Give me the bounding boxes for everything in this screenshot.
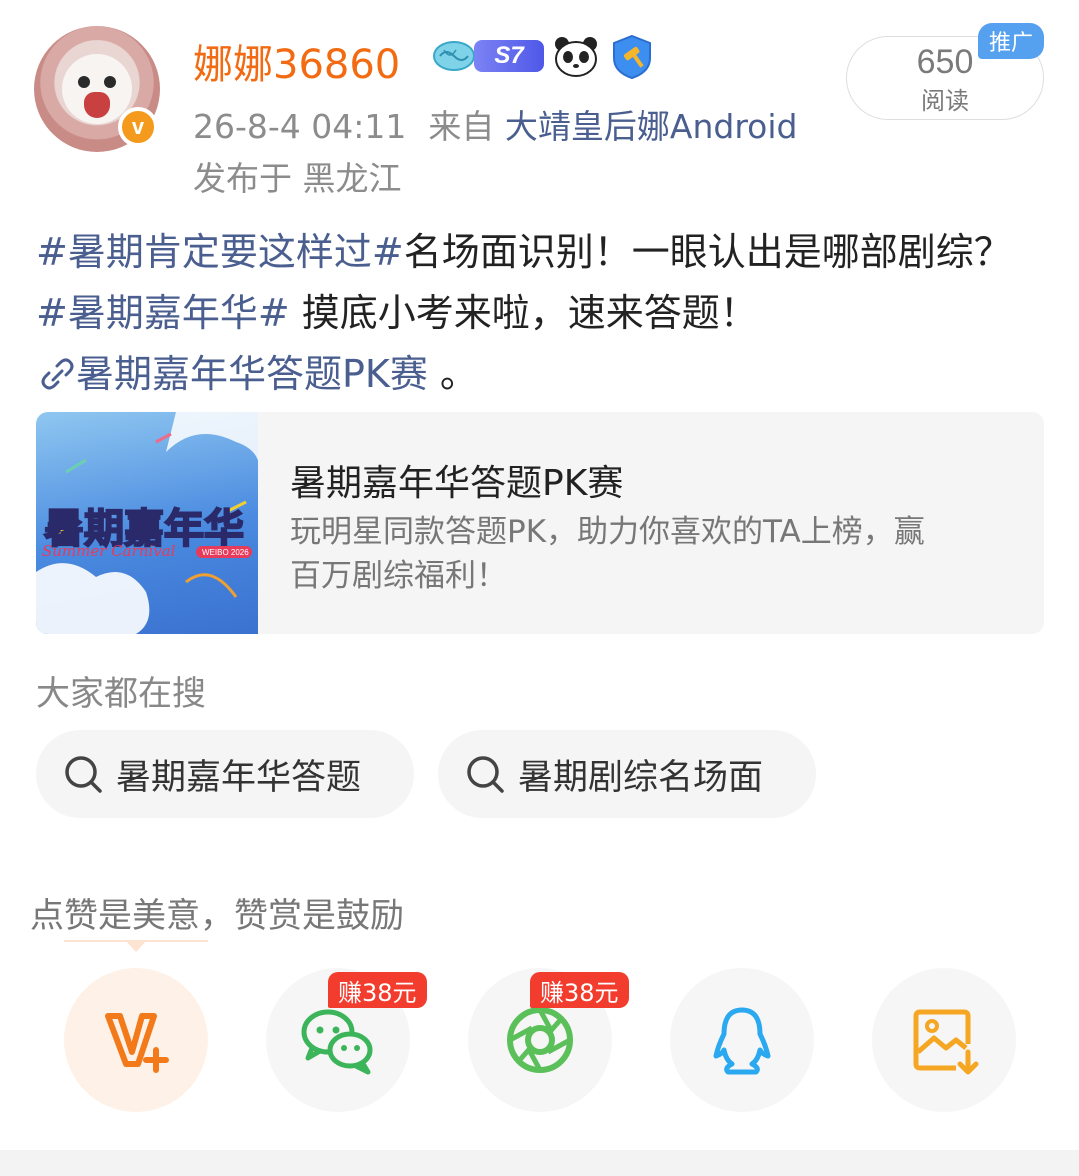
search-suggestion-label: 暑期剧综名场面 — [518, 757, 764, 798]
card-image-subtitle: Summer Carnival — [42, 542, 176, 560]
hashtag-link[interactable]: #暑期嘉年华# — [36, 291, 290, 335]
card-title: 暑期嘉年华答题PK赛 — [290, 463, 624, 504]
search-heading: 大家都在搜 — [36, 674, 206, 714]
post-text-segment: 摸底小考来啦，速来答题！ — [289, 291, 758, 335]
v-plus-icon — [105, 1013, 169, 1073]
read-label: 阅读 — [921, 87, 969, 115]
username[interactable]: 娜娜36860 — [193, 32, 400, 90]
moments-icon — [507, 1007, 573, 1073]
wechat-icon — [301, 1009, 373, 1075]
hashtag-link[interactable]: #暑期肯定要这样过# — [36, 230, 404, 274]
bottom-divider — [0, 1150, 1079, 1176]
qq-icon — [713, 1007, 771, 1075]
carnival-poster-graphic: 暑期嘉年华 Summer Carnival WEIBO 2026 — [36, 412, 258, 634]
promo-tag: 推广 — [978, 23, 1044, 59]
save-image-button[interactable] — [872, 968, 1016, 1112]
search-suggestion-label: 暑期嘉年华答题 — [116, 757, 362, 798]
post-text: #暑期肯定要这样过#名场面识别！一眼认出是哪部剧综？ #暑期嘉年华# 摸底小考来… — [36, 222, 1046, 405]
panda-badge-icon[interactable] — [552, 34, 600, 78]
from-label: 来自 — [428, 107, 495, 146]
card-thumbnail: 暑期嘉年华 Summer Carnival WEIBO 2026 — [36, 412, 258, 634]
card-description: 玩明星同款答题PK，助力你喜欢的TA上榜，赢百万剧综福利！ — [290, 514, 925, 594]
link-text: 暑期嘉年华答题PK赛 — [76, 352, 428, 396]
earn-reward-badge: 赚38元 — [328, 972, 427, 1008]
v-plus-reward-button[interactable] — [64, 968, 208, 1112]
link-icon — [41, 358, 74, 390]
shield-badge-icon[interactable] — [610, 34, 654, 80]
search-suggestion[interactable]: 暑期剧综名场面 — [438, 730, 816, 818]
brain-badge-icon[interactable] — [430, 38, 478, 74]
post-text-segment: 名场面识别！一眼认出是哪部剧综？ — [403, 230, 1012, 274]
post-text-segment: 。 — [427, 352, 478, 396]
level-badge[interactable]: S7 — [474, 40, 544, 72]
post-source[interactable]: 大靖皇后娜Android — [505, 107, 798, 146]
post-timestamp: 26-8-4 04:11 — [193, 107, 407, 146]
tooltip-pointer — [64, 940, 208, 952]
search-suggestion[interactable]: 暑期嘉年华答题 — [36, 730, 414, 818]
post-meta: 26-8-4 04:11 来自 大靖皇后娜Android — [193, 100, 797, 148]
verified-badge-icon: v — [118, 107, 158, 147]
reward-hint: 点赞是美意，赞赏是鼓励 — [30, 896, 404, 936]
share-qq-button[interactable] — [670, 968, 814, 1112]
search-icon — [467, 756, 504, 793]
activity-card[interactable]: 暑期嘉年华 Summer Carnival WEIBO 2026 暑期嘉年华答题… — [36, 412, 1044, 634]
card-image-brand: WEIBO 2026 — [202, 548, 249, 557]
web-link[interactable]: 暑期嘉年华答题PK赛 — [36, 352, 428, 396]
search-icon — [65, 756, 102, 793]
post-location: 发布于 黑龙江 — [193, 159, 402, 198]
earn-reward-badge: 赚38元 — [530, 972, 629, 1008]
save-image-icon — [913, 1009, 979, 1075]
